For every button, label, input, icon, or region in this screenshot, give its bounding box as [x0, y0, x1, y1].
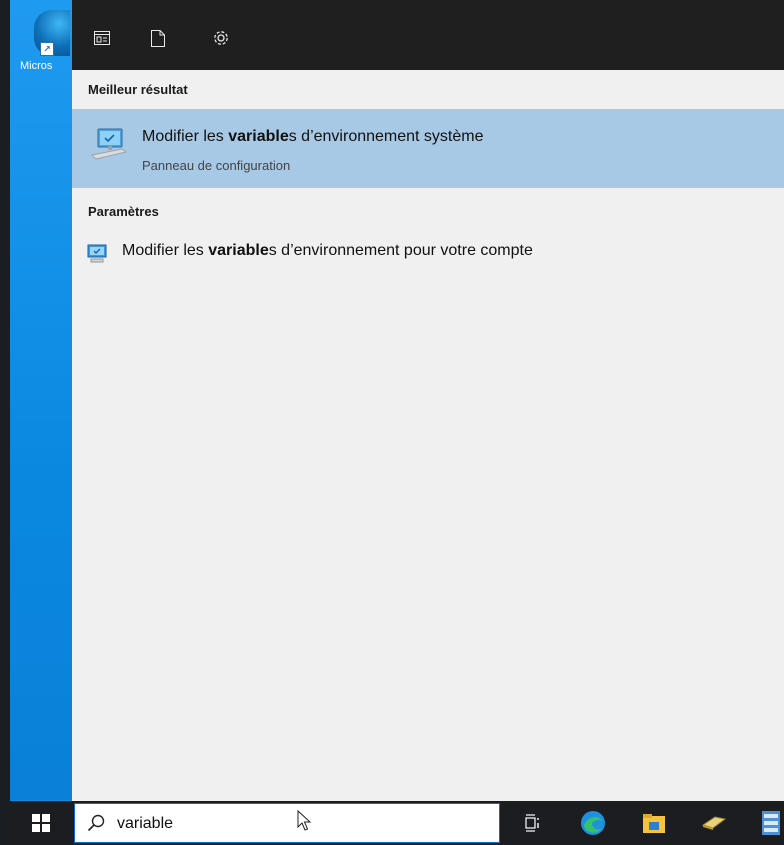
control-panel-icon [86, 125, 130, 165]
desktop-background [10, 0, 72, 800]
settings-header: Paramètres [88, 204, 159, 219]
search-match-highlight: variable [228, 128, 289, 145]
search-toolbar [72, 0, 784, 70]
best-result-header: Meilleur résultat [88, 82, 188, 97]
desktop-shortcut[interactable]: ↗ Micros [20, 8, 70, 78]
best-result-item[interactable]: Modifier les variables d’environnement s… [72, 109, 784, 188]
blank-document-icon[interactable] [142, 22, 174, 54]
settings-result-item[interactable]: Modifier les variables d’environnement p… [72, 235, 784, 269]
monitor-icon [86, 242, 108, 264]
taskbar [10, 801, 784, 845]
edge-icon[interactable] [580, 810, 606, 836]
shortcut-arrow-icon: ↗ [40, 42, 54, 56]
start-button[interactable] [10, 801, 72, 845]
eraser-icon[interactable] [701, 810, 727, 836]
screen-left-edge [0, 0, 10, 845]
start-icon [32, 814, 50, 832]
search-results-panel: Meilleur résultat Modifier les variables… [72, 70, 784, 801]
document-view-icon[interactable] [86, 22, 118, 54]
desktop-shortcut-label: Micros [20, 60, 53, 72]
server-manager-icon[interactable] [760, 810, 784, 836]
best-result-subtitle: Panneau de configuration [142, 158, 291, 173]
settings-result-title: Modifier les variables d’environnement p… [122, 242, 533, 259]
best-result-title: Modifier les variables d’environnement s… [142, 128, 484, 145]
search-match-highlight: variable [208, 242, 269, 259]
gear-icon[interactable] [205, 22, 237, 54]
taskbar-search-box[interactable] [74, 803, 500, 843]
mouse-cursor-icon [297, 809, 313, 832]
file-explorer-icon[interactable] [641, 810, 667, 836]
task-view-icon[interactable] [520, 810, 546, 836]
search-icon [87, 814, 105, 832]
